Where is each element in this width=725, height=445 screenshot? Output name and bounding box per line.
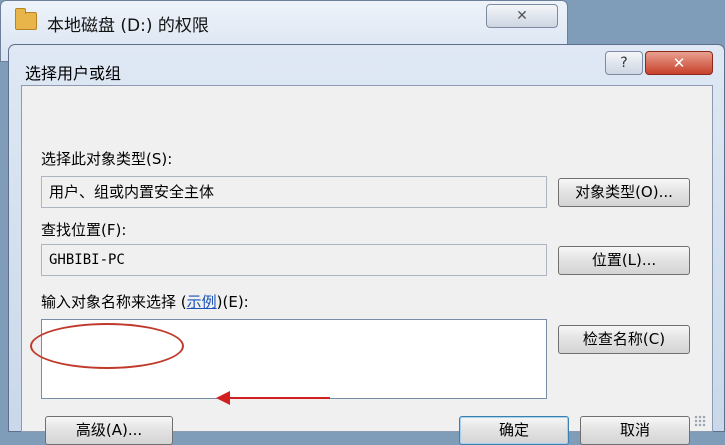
check-names-button[interactable]: 检查名称(C) — [558, 325, 690, 354]
dialog-title: 选择用户或组 — [25, 64, 122, 83]
help-icon: ? — [620, 55, 628, 71]
dialog-client-area: 选择此对象类型(S): 用户、组或内置安全主体 对象类型(O)... 查找位置(… — [21, 85, 713, 445]
ok-button[interactable]: 确定 — [459, 416, 569, 445]
location-label: 查找位置(F): — [41, 221, 127, 239]
resize-grip-icon[interactable] — [694, 415, 706, 427]
highlight-oval — [30, 323, 184, 369]
folder-icon — [15, 8, 37, 30]
object-names-label-suffix: )(E): — [216, 293, 249, 311]
arrow-left-icon — [216, 391, 230, 405]
cancel-button[interactable]: 取消 — [580, 416, 690, 445]
object-names-label-prefix: 输入对象名称来选择 ( — [41, 293, 187, 311]
object-type-label: 选择此对象类型(S): — [41, 150, 173, 168]
close-button[interactable]: ✕ — [645, 51, 713, 75]
object-names-label: 输入对象名称来选择 (示例)(E): — [41, 291, 249, 312]
examples-link[interactable]: 示例 — [187, 293, 217, 311]
annotation-arrow — [228, 397, 330, 399]
object-type-field: 用户、组或内置安全主体 — [41, 176, 547, 208]
advanced-button[interactable]: 高级(A)... — [45, 416, 173, 445]
object-types-button[interactable]: 对象类型(O)... — [558, 178, 690, 207]
location-field: GHBIBI-PC — [41, 244, 547, 276]
background-window-title: 本地磁盘 (D:) 的权限 — [47, 16, 209, 36]
select-users-dialog: 选择用户或组 ? ✕ 选择此对象类型(S): 用户、组或内置安全主体 对象类型(… — [8, 44, 725, 445]
locations-button[interactable]: 位置(L)... — [558, 246, 690, 275]
background-close-button[interactable]: ✕ — [486, 4, 558, 28]
help-button[interactable]: ? — [605, 51, 643, 75]
close-icon: ✕ — [672, 54, 686, 72]
close-icon: ✕ — [516, 8, 528, 24]
